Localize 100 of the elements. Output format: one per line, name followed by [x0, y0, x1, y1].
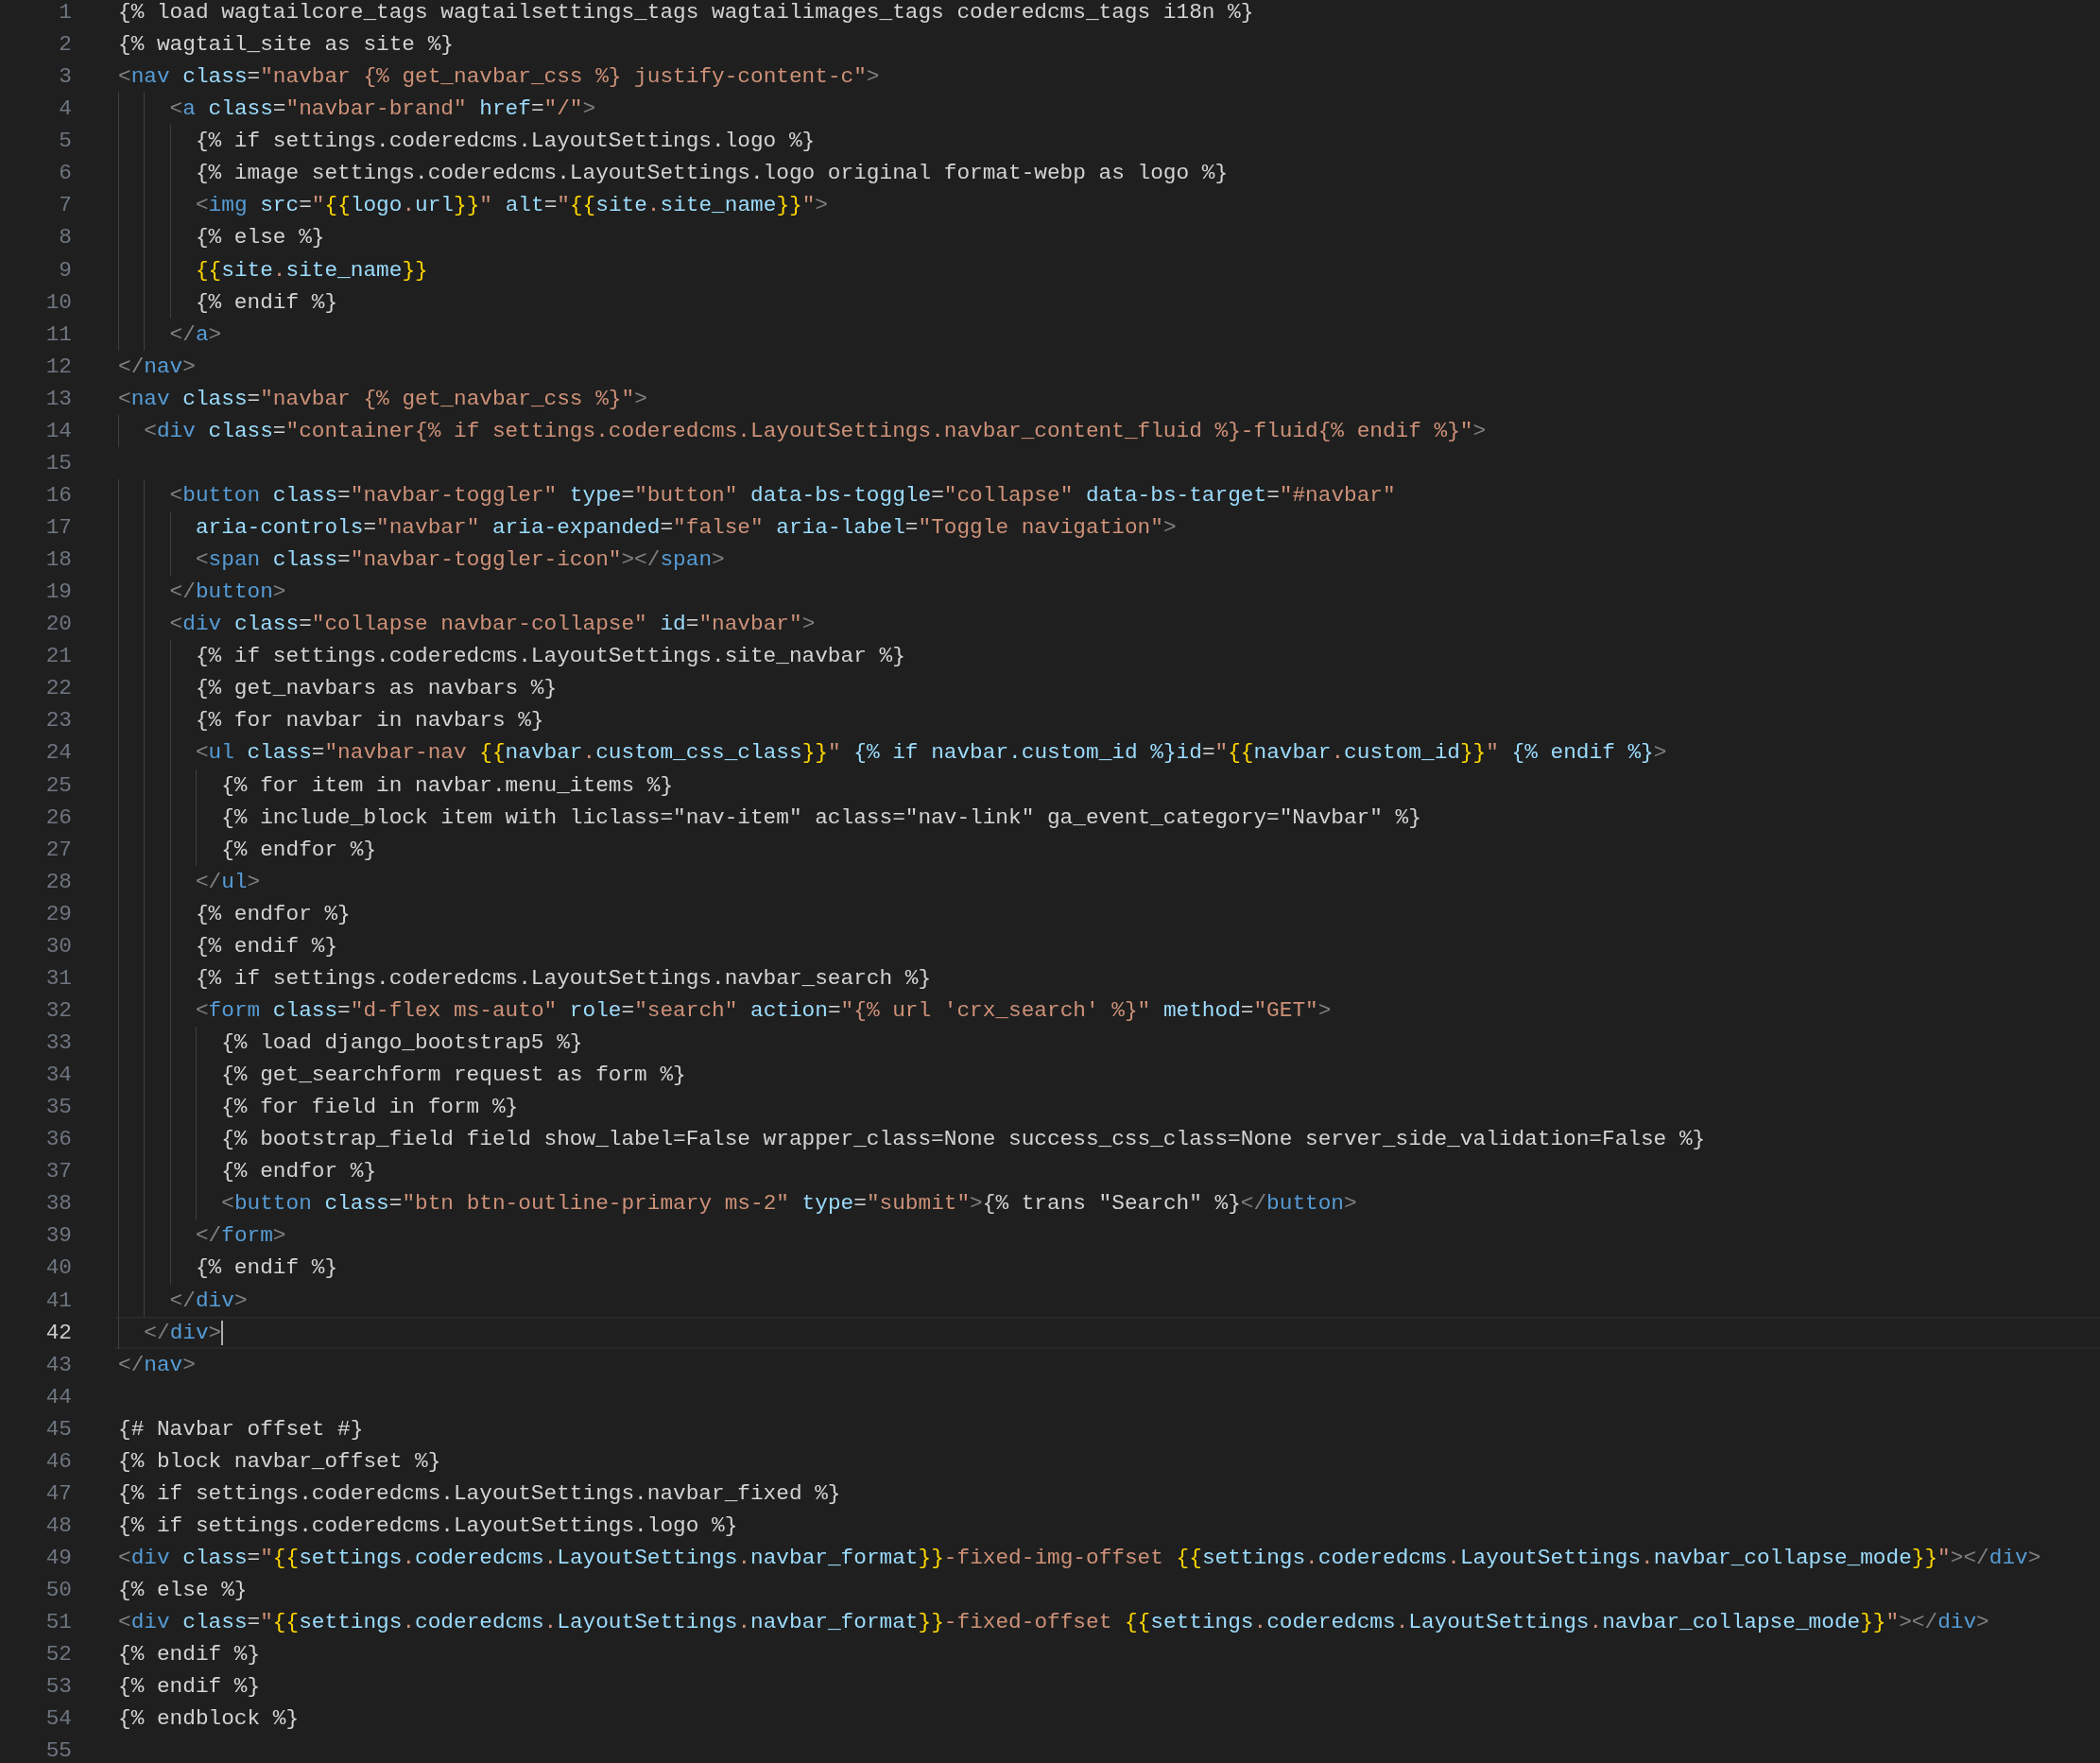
line-number: 55 — [44, 1738, 72, 1763]
line-number: 27 — [44, 837, 72, 862]
line-number: 37 — [44, 1159, 72, 1184]
code-line: {% endif %} — [194, 289, 338, 315]
code-line: <button class="navbar-toggler" type="button" data-bs-toggle="collapse" data-bs-target="#navbar" — [168, 482, 1396, 508]
code-line: {% get_navbars as navbars %} — [194, 676, 558, 701]
code-line: <div class="{{settings.coderedcms.LayoutSettings.navbar_format}}-fixed-offset {{settings.coderedcms.LayoutSettings.navbar_collapse_mode}}"></div> — [118, 1610, 1989, 1635]
code-line: <form class="d-flex ms-auto" role="search" action="{% url 'crx_search' %}" method="GET"> — [194, 997, 1332, 1023]
code-line: <div class="collapse navbar-collapse" id="navbar"> — [168, 612, 816, 637]
line-number: 42 — [44, 1320, 72, 1345]
line-number: 20 — [44, 612, 72, 637]
code-line: <span class="navbar-toggler-icon"></span> — [194, 547, 725, 573]
line-number: 41 — [44, 1288, 72, 1313]
code-line: {% if settings.coderedcms.LayoutSettings.logo %} — [118, 1512, 738, 1538]
line-number: 43 — [44, 1352, 72, 1377]
code-line: {% wagtail_site as site %} — [118, 32, 454, 58]
code-line: <div class="container{% if settings.coderedcms.LayoutSettings.navbar_content_fluid %}-fluid{% endif %}"> — [143, 418, 1487, 443]
code-line: {% if settings.coderedcms.LayoutSettings.navbar_search %} — [194, 965, 932, 991]
code-line: </ul> — [194, 869, 261, 894]
code-line: <div class="{{settings.coderedcms.LayoutSettings.navbar_format}}-fixed-img-offset {{settings.coderedcms.LayoutSettings.navbar_collapse_mode}}"></div> — [118, 1546, 2041, 1571]
line-number: 31 — [44, 965, 72, 991]
code-line: {% else %} — [118, 1578, 248, 1603]
code-line: {% get_searchform request as form %} — [220, 1063, 686, 1088]
code-line: {% endif %} — [194, 933, 338, 959]
line-number: 48 — [44, 1512, 72, 1538]
line-number: 36 — [44, 1127, 72, 1152]
line-number: 44 — [44, 1384, 72, 1409]
line-number: 35 — [44, 1095, 72, 1120]
code-line: {% endfor %} — [194, 901, 351, 926]
code-line: <a class="navbar-brand" href="/"> — [168, 96, 596, 122]
line-number: 2 — [58, 32, 72, 58]
line-number: 18 — [44, 547, 72, 573]
line-number: 30 — [44, 933, 72, 959]
code-line: {% for navbar in navbars %} — [194, 708, 544, 734]
code-line: <button class="btn btn-outline-primary ms-2" type="submit">{% trans "Search" %}</button> — [220, 1191, 1357, 1217]
code-line: {% include_block item with liclass="nav-item" aclass="nav-link" ga_event_category="Navbar" %} — [220, 804, 1421, 830]
code-line: {% block navbar_offset %} — [118, 1448, 441, 1474]
code-line: <nav class="navbar {% get_navbar_css %}"> — [118, 386, 647, 411]
code-line: {{site.site_name}} — [194, 257, 428, 283]
code-line: <nav class="navbar {% get_navbar_css %} justify-content-c"> — [118, 64, 880, 90]
code-line: {% if settings.coderedcms.LayoutSettings.site_navbar %} — [194, 644, 905, 669]
line-number: 47 — [44, 1480, 72, 1506]
line-number: 46 — [44, 1448, 72, 1474]
code-line: {% endif %} — [118, 1674, 261, 1700]
line-number: 4 — [58, 96, 72, 122]
line-number: 23 — [44, 708, 72, 734]
line-number: 1 — [58, 0, 72, 26]
code-line: </a> — [168, 321, 222, 347]
line-number: 14 — [44, 418, 72, 443]
line-number: 49 — [44, 1546, 72, 1571]
line-number: 16 — [44, 482, 72, 508]
line-number: 15 — [44, 450, 72, 475]
line-number: 28 — [44, 869, 72, 894]
code-line: {% endif %} — [194, 1255, 338, 1281]
line-number: 8 — [58, 225, 72, 251]
code-line: {% if settings.coderedcms.LayoutSettings.navbar_fixed %} — [118, 1480, 841, 1506]
line-number: 5 — [58, 129, 72, 154]
line-number: 9 — [58, 257, 72, 283]
code-line: {% load django_bootstrap5 %} — [220, 1030, 583, 1056]
line-number: 53 — [44, 1674, 72, 1700]
line-number: 17 — [44, 515, 72, 541]
line-number: 26 — [44, 804, 72, 830]
line-number: 38 — [44, 1191, 72, 1217]
code-line: {% endblock %} — [118, 1706, 300, 1732]
code-line: <ul class="navbar-nav {{navbar.custom_css_class}}" {% if navbar.custom_id %}id="{{navbar.custom_id}}" {% endif %}> — [194, 740, 1667, 766]
code-line: {% for field in form %} — [220, 1095, 519, 1120]
line-number: 33 — [44, 1030, 72, 1056]
line-number: 13 — [44, 386, 72, 411]
line-number: 40 — [44, 1255, 72, 1281]
line-number: 51 — [44, 1610, 72, 1635]
line-number: 34 — [44, 1063, 72, 1088]
line-number: 11 — [44, 321, 72, 347]
code-line: </div> — [168, 1288, 248, 1313]
line-number: 54 — [44, 1706, 72, 1732]
code-line: {% load wagtailcore_tags wagtailsettings_tags wagtailimages_tags coderedcms_tags i18n %} — [118, 0, 1254, 26]
line-number: 22 — [44, 676, 72, 701]
line-number: 50 — [44, 1578, 72, 1603]
code-line: {% endfor %} — [220, 1159, 377, 1184]
line-number: 19 — [44, 579, 72, 605]
code-line: {% if settings.coderedcms.LayoutSettings.logo %} — [194, 129, 816, 154]
code-line: {% endif %} — [118, 1642, 261, 1668]
code-line: {# Navbar offset #} — [118, 1416, 364, 1442]
line-number: 29 — [44, 901, 72, 926]
line-number: 52 — [44, 1642, 72, 1668]
line-number: 32 — [44, 997, 72, 1023]
code-line: aria-controls="navbar" aria-expanded="false" aria-label="Toggle navigation"> — [194, 515, 1177, 541]
code-line: </button> — [168, 579, 286, 605]
code-line: </nav> — [118, 354, 196, 379]
line-number: 39 — [44, 1223, 72, 1249]
text-cursor — [221, 1320, 224, 1345]
line-number: 45 — [44, 1416, 72, 1442]
code-line: {% image settings.coderedcms.LayoutSettings.logo original format-webp as logo %} — [194, 161, 1229, 186]
code-line: {% endfor %} — [220, 837, 377, 862]
code-line: {% else %} — [194, 225, 325, 251]
line-number: 21 — [44, 644, 72, 669]
code-line: <img src="{{logo.url}}" alt="{{site.site_name}}"> — [194, 193, 828, 218]
code-line: </form> — [194, 1223, 286, 1249]
line-number: 3 — [58, 64, 72, 90]
line-number: 24 — [44, 740, 72, 766]
code-line: {% bootstrap_field field show_label=False wrapper_class=None success_css_class=None server_side_validation=False %} — [220, 1127, 1706, 1152]
